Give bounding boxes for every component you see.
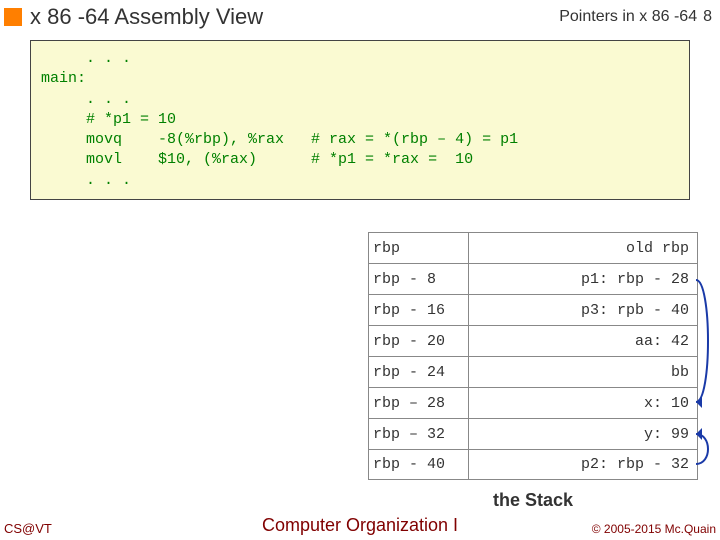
stack-value: x: 10 <box>468 387 698 418</box>
stack-row: rbp - 24 bb <box>368 356 698 387</box>
stack-value: p2: rbp - 32 <box>468 449 698 480</box>
stack-row: rbp old rbp <box>368 232 698 263</box>
stack-value: old rbp <box>468 232 698 263</box>
footer-left: CS@VT <box>4 521 52 536</box>
stack-offset: rbp – 32 <box>368 418 468 449</box>
slide-topic: Pointers in x 86 -64 <box>559 8 697 26</box>
stack-value: p3: rpb - 40 <box>468 294 698 325</box>
assembly-code-block: . . . main: . . . # *p1 = 10 movq -8(%rb… <box>30 40 690 200</box>
stack-offset: rbp – 28 <box>368 387 468 418</box>
stack-offset: rbp - 40 <box>368 449 468 480</box>
stack-row: rbp - 20 aa: 42 <box>368 325 698 356</box>
slide-title: x 86 -64 Assembly View <box>30 4 263 30</box>
stack-row: rbp – 28 x: 10 <box>368 387 698 418</box>
header-left: x 86 -64 Assembly View <box>4 4 263 30</box>
stack-row: rbp - 40 p2: rbp - 32 <box>368 449 698 480</box>
stack-value: bb <box>468 356 698 387</box>
stack-offset: rbp - 16 <box>368 294 468 325</box>
header-right: Pointers in x 86 -64 8 <box>559 8 712 26</box>
title-bullet-icon <box>4 8 22 26</box>
stack-row: rbp - 16 p3: rpb - 40 <box>368 294 698 325</box>
slide-header: x 86 -64 Assembly View Pointers in x 86 … <box>0 0 720 36</box>
stack-offset: rbp - 24 <box>368 356 468 387</box>
stack-offset: rbp - 8 <box>368 263 468 294</box>
stack-value: p1: rbp - 28 <box>468 263 698 294</box>
stack-table: rbp old rbp rbp - 8 p1: rbp - 28 rbp - 1… <box>368 232 698 480</box>
stack-label: the Stack <box>368 490 698 511</box>
footer-right: © 2005-2015 Mc.Quain <box>592 522 716 536</box>
stack-row: rbp – 32 y: 99 <box>368 418 698 449</box>
footer-center: Computer Organization I <box>262 515 458 536</box>
stack-value: aa: 42 <box>468 325 698 356</box>
stack-row: rbp - 8 p1: rbp - 28 <box>368 263 698 294</box>
stack-value: y: 99 <box>468 418 698 449</box>
slide-number: 8 <box>703 8 712 26</box>
stack-offset: rbp <box>368 232 468 263</box>
stack-offset: rbp - 20 <box>368 325 468 356</box>
